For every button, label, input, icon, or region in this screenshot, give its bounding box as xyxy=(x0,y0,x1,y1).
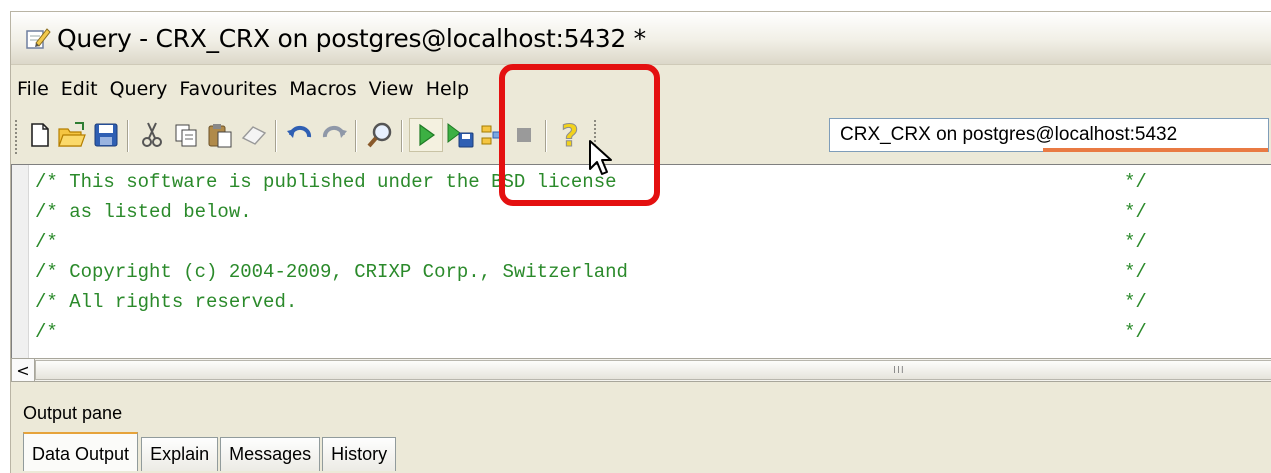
code-line: /* xyxy=(35,321,58,343)
tab-data-output[interactable]: Data Output xyxy=(23,432,139,471)
highlight-annotation xyxy=(499,64,660,206)
scrollbar-thumb[interactable]: III xyxy=(35,360,1271,380)
scrollbar-grip: III xyxy=(893,365,905,376)
toolbar-grip[interactable] xyxy=(15,120,20,154)
window-title: Query - CRX_CRX on postgres@localhost:54… xyxy=(57,23,646,53)
toolbar-separator xyxy=(275,120,277,152)
horizontal-scrollbar[interactable]: < III xyxy=(11,358,1271,382)
code-line: /* Copyright (c) 2004-2009, CRIXP Corp.,… xyxy=(35,261,628,283)
toolbar-separator xyxy=(127,120,129,152)
code-line-end: */ xyxy=(1124,231,1147,253)
code-line: /* xyxy=(35,231,58,253)
undo-icon[interactable] xyxy=(283,118,317,152)
find-icon[interactable] xyxy=(363,118,397,152)
save-icon[interactable] xyxy=(89,118,123,152)
cut-icon[interactable] xyxy=(135,118,169,152)
menu-file[interactable]: File xyxy=(11,78,55,100)
code-line-end: */ xyxy=(1124,171,1147,193)
code-line-end: */ xyxy=(1124,291,1147,313)
menu-help[interactable]: Help xyxy=(420,78,475,100)
menu-favourites[interactable]: Favourites xyxy=(173,78,283,100)
toolbar-separator xyxy=(355,120,357,152)
new-file-icon[interactable] xyxy=(23,118,57,152)
execute-icon[interactable] xyxy=(409,118,443,152)
editor-gutter xyxy=(12,165,29,361)
menu-view[interactable]: View xyxy=(363,78,420,100)
menu-edit[interactable]: Edit xyxy=(55,78,104,100)
copy-icon[interactable] xyxy=(169,118,203,152)
connection-accent-bar xyxy=(1043,148,1268,152)
code-line: /* All rights reserved. xyxy=(35,291,298,313)
tab-history[interactable]: History xyxy=(322,437,397,471)
connection-selector[interactable]: CRX_CRX on postgres@localhost:5432 xyxy=(829,118,1269,152)
toolbar-separator xyxy=(401,120,403,152)
output-pane-label: Output pane xyxy=(23,403,123,423)
scroll-left-button[interactable]: < xyxy=(12,359,35,381)
paste-icon[interactable] xyxy=(203,118,237,152)
open-folder-icon[interactable] xyxy=(55,118,89,152)
menu-query[interactable]: Query xyxy=(104,78,174,100)
redo-icon[interactable] xyxy=(317,118,351,152)
code-line-end: */ xyxy=(1124,201,1147,223)
execute-to-file-icon[interactable] xyxy=(443,118,477,152)
mouse-cursor-icon xyxy=(588,139,614,181)
title-bar: Query - CRX_CRX on postgres@localhost:54… xyxy=(11,12,1271,65)
tab-messages[interactable]: Messages xyxy=(220,437,321,471)
code-line-end: */ xyxy=(1124,261,1147,283)
tab-explain[interactable]: Explain xyxy=(141,437,219,471)
menu-macros[interactable]: Macros xyxy=(283,78,362,100)
code-line: /* as listed below. xyxy=(35,201,252,223)
clear-icon[interactable] xyxy=(237,118,271,152)
output-tabs: Data Output Explain Messages History xyxy=(23,432,398,471)
connection-label: CRX_CRX on postgres@localhost:5432 xyxy=(840,124,1178,145)
code-line-end: */ xyxy=(1124,321,1147,343)
pencil-icon xyxy=(25,25,51,51)
